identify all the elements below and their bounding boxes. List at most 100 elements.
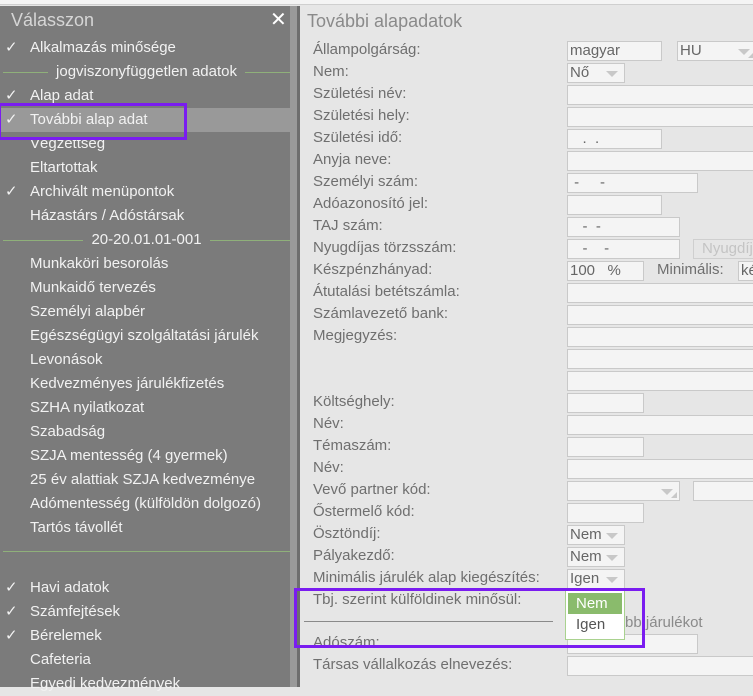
checkmark-icon: ✓ xyxy=(5,627,18,644)
text-input[interactable] xyxy=(567,371,753,391)
combo-box[interactable]: HU xyxy=(677,41,753,61)
text-input[interactable] xyxy=(567,85,753,105)
menu-section-separator: jogviszonyfüggetlen adatok xyxy=(3,60,290,84)
sidebar-item-label: Cafeteria xyxy=(30,651,91,668)
sidebar-item-label: Egészségügyi szolgáltatási járulék xyxy=(30,327,259,344)
field-label: Adóazonosító jel: xyxy=(313,195,429,212)
sidebar-scrollbar[interactable] xyxy=(290,6,297,687)
sidebar-item-label: Archivált menüpontok xyxy=(30,183,175,200)
text-input[interactable]: - - xyxy=(567,173,698,193)
text-input[interactable] xyxy=(567,656,753,676)
text-input[interactable] xyxy=(567,349,753,369)
sidebar-item[interactable]: Munkaidő tervezés xyxy=(0,276,297,300)
sidebar-item[interactable]: Munkaköri besorolás xyxy=(0,252,297,276)
sidebar-item-label: Munkaköri besorolás xyxy=(30,255,169,272)
sidebar-item[interactable]: Egészségügyi szolgáltatási járulék xyxy=(0,324,297,348)
sidebar-item[interactable]: Házastárs / Adóstársak xyxy=(0,204,297,228)
chevron-down-icon[interactable] xyxy=(606,577,618,583)
field-label: Név: xyxy=(313,459,344,476)
select-dropdown[interactable]: Nem xyxy=(567,525,625,545)
text-input[interactable]: . . xyxy=(567,129,662,149)
sidebar-item-label: Egyedi kedvezmények xyxy=(30,675,181,692)
sidebar-item[interactable]: Eltartottak xyxy=(0,156,297,180)
sidebar-item[interactable]: ✓ Havi adatok xyxy=(0,576,297,600)
sidebar-item-label: Számfejtések xyxy=(30,603,121,620)
sidebar-item-label: Szabadság xyxy=(30,423,106,440)
field-label: Anyja neve: xyxy=(313,151,392,168)
sidebar-item-label: Havi adatok xyxy=(30,579,110,596)
text-input[interactable] xyxy=(567,393,644,413)
sidebar-item-label: Tartós távollét xyxy=(30,519,123,536)
select-dropdown[interactable]: Nem xyxy=(567,547,625,567)
field-label: Állampolgárság: xyxy=(313,41,421,58)
sidebar-item-label: Kedvezményes járulékfizetés xyxy=(30,375,225,392)
sidebar-item-label: Alkalmazás minősége xyxy=(30,39,176,56)
sidebar-item-label: Eltartottak xyxy=(30,159,98,176)
highlight-box-form xyxy=(294,588,645,648)
select-value: Nem xyxy=(570,548,602,565)
text-input[interactable]: - - xyxy=(567,217,680,237)
text-input[interactable] xyxy=(567,151,753,171)
text-input[interactable]: ké xyxy=(738,261,753,281)
field-label: Nyugdíjas törzsszám: xyxy=(313,239,457,256)
checkmark-icon: ✓ xyxy=(5,579,18,596)
chevron-down-icon[interactable] xyxy=(606,71,618,77)
sidebar-item[interactable]: Egyedi kedvezmények xyxy=(0,672,297,696)
text-input[interactable]: magyar xyxy=(567,41,662,61)
sidebar-item-label: SZHA nyilatkozat xyxy=(30,399,145,416)
close-icon[interactable]: ✕ xyxy=(270,7,287,32)
text-input[interactable] xyxy=(567,459,753,479)
sidebar-item-label: Munkaidő tervezés xyxy=(30,279,156,296)
text-input[interactable] xyxy=(567,305,753,325)
chevron-down-icon[interactable] xyxy=(606,555,618,561)
field-label: TAJ szám: xyxy=(313,217,383,234)
sidebar-item[interactable]: Kedvezményes járulékfizetés xyxy=(0,372,297,396)
select-value: Nő xyxy=(570,64,590,81)
sidebar-item[interactable]: Adómentesség (külföldön dolgozó) xyxy=(0,492,297,516)
text-input[interactable] xyxy=(567,195,662,215)
sidebar-item[interactable]: SZHA nyilatkozat xyxy=(0,396,297,420)
sidebar-item-label: SZJA mentesség (4 gyermek) xyxy=(30,447,228,464)
select-dropdown[interactable]: Nő xyxy=(567,63,625,83)
text-input[interactable] xyxy=(693,481,753,501)
field-label: Készpénzhányad: xyxy=(313,261,433,278)
field-label: Név: xyxy=(313,415,344,432)
combo-box[interactable] xyxy=(567,481,680,501)
text-input[interactable] xyxy=(567,107,753,127)
nyugdij-button[interactable]: Nyugdíj xyxy=(693,239,753,259)
field-label: Nem: xyxy=(313,63,349,80)
resize-corner-icon xyxy=(748,52,753,58)
form-title: További alapadatok xyxy=(307,11,463,31)
sidebar-item[interactable]: ✓ Számfejtések xyxy=(0,600,297,624)
field-label: Születési név: xyxy=(313,85,407,102)
text-input[interactable] xyxy=(567,327,753,347)
sidebar-item[interactable]: ✓ Archivált menüpontok xyxy=(0,180,297,204)
sidebar-item-label: Adómentesség (külföldön dolgozó) xyxy=(30,495,261,512)
sidebar-item[interactable]: Szabadság xyxy=(0,420,297,444)
field-label: Őstermelő kód: xyxy=(313,503,415,520)
sidebar-item-label: Személyi alapbér xyxy=(30,303,146,320)
text-input[interactable] xyxy=(567,437,644,457)
sidebar-item[interactable]: Tartós távollét xyxy=(0,516,297,540)
field-label: Témaszám: xyxy=(313,437,392,454)
sidebar-item[interactable]: Személyi alapbér xyxy=(0,300,297,324)
sidebar-item[interactable]: ✓ Bérelemek xyxy=(0,624,297,648)
select-dropdown[interactable]: Igen xyxy=(567,569,625,589)
chevron-down-icon[interactable] xyxy=(606,533,618,539)
sidebar-item[interactable]: SZJA mentesség (4 gyermek) xyxy=(0,444,297,468)
sidebar-item[interactable]: Cafeteria xyxy=(0,648,297,672)
text-input[interactable] xyxy=(567,283,753,303)
select-value: Nem xyxy=(570,526,602,543)
text-input[interactable] xyxy=(567,415,753,435)
field-label: Személyi szám: xyxy=(313,173,419,190)
sidebar-item[interactable]: Levonások xyxy=(0,348,297,372)
sidebar-item-label: Bérelemek xyxy=(30,627,102,644)
text-input[interactable]: 100 % xyxy=(567,261,644,281)
sidebar-item[interactable]: 25 év alattiak SZJA kedvezménye xyxy=(0,468,297,492)
sidebar-item-label: Levonások xyxy=(30,351,103,368)
sidebar-item[interactable]: ✓ Alkalmazás minősége xyxy=(0,36,297,60)
text-input[interactable] xyxy=(567,503,644,523)
text-input[interactable]: - - xyxy=(567,239,680,259)
field-label: Ösztöndíj: xyxy=(313,525,381,542)
checkmark-icon: ✓ xyxy=(5,183,18,200)
